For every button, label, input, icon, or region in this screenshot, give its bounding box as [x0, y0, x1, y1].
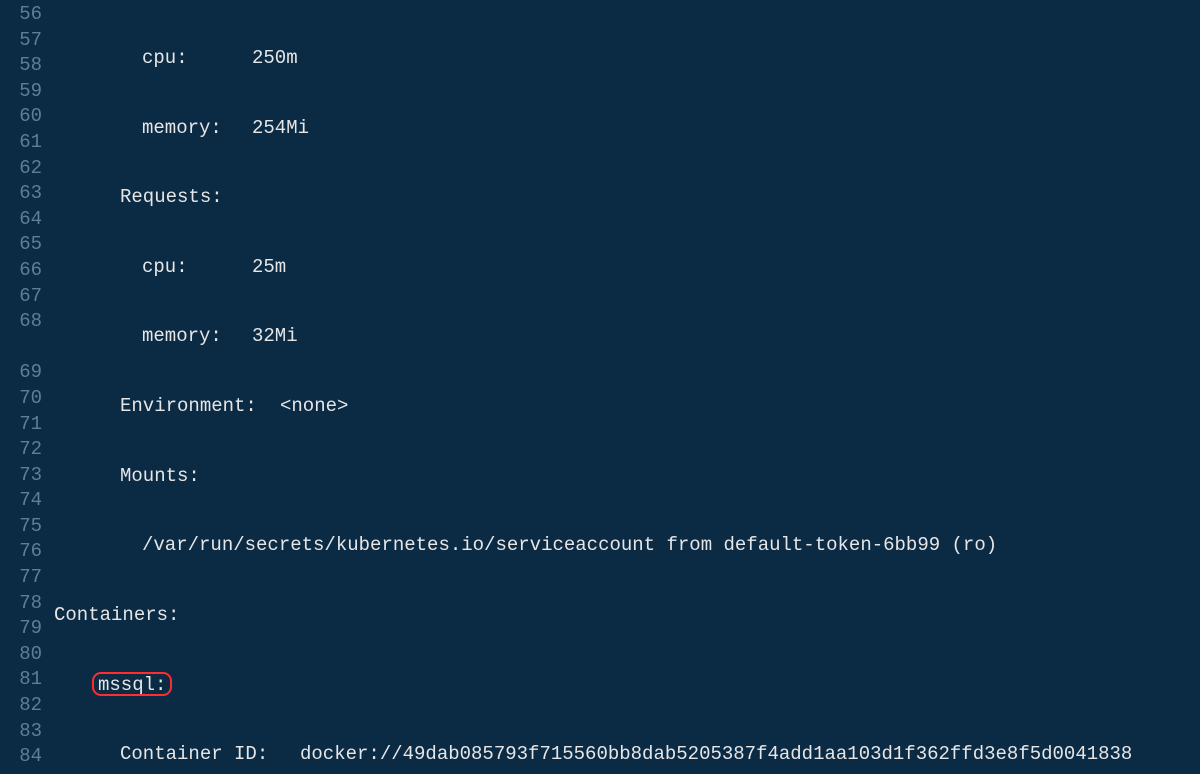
- line-number-gutter: 56 57 58 59 60 61 62 63 64 65 66 67 68 6…: [0, 0, 54, 774]
- line-number: 61: [0, 130, 54, 156]
- section-label: Mounts:: [120, 465, 200, 487]
- code-line: memory:32Mi: [54, 324, 1200, 350]
- code-line: Requests:: [54, 185, 1200, 211]
- kv-label: memory:: [142, 116, 252, 142]
- code-content[interactable]: cpu:250m memory:254Mi Requests: cpu:25m …: [54, 0, 1200, 774]
- line-number: 62: [0, 156, 54, 182]
- section-label: Containers:: [54, 604, 179, 626]
- line-number: 58: [0, 53, 54, 79]
- line-number: 76: [0, 539, 54, 565]
- line-number: 83: [0, 719, 54, 745]
- line-number: 60: [0, 104, 54, 130]
- code-line: cpu:250m: [54, 46, 1200, 72]
- kv-label: cpu:: [142, 46, 252, 72]
- line-number: 73: [0, 463, 54, 489]
- line-number: 80: [0, 642, 54, 668]
- kv-label: cpu:: [142, 255, 252, 281]
- kv-value: 254Mi: [252, 117, 309, 139]
- code-line: Container ID:docker://49dab085793f715560…: [54, 742, 1200, 768]
- kv-value: <none>: [280, 395, 348, 417]
- kv-value: docker://49dab085793f715560bb8dab5205387…: [300, 743, 1132, 765]
- kv-label: Container ID:: [120, 742, 300, 768]
- kv-value: 25m: [252, 256, 286, 278]
- code-line: Mounts:: [54, 464, 1200, 490]
- line-number: 64: [0, 207, 54, 233]
- line-number: 56: [0, 2, 54, 28]
- kv-value: 32Mi: [252, 325, 298, 347]
- section-label: Requests:: [120, 186, 223, 208]
- code-line: Containers:: [54, 603, 1200, 629]
- kv-value: 250m: [252, 47, 298, 69]
- line-number: 57: [0, 28, 54, 54]
- line-number: 82: [0, 693, 54, 719]
- line-number: 65: [0, 232, 54, 258]
- mount-path: /var/run/secrets/kubernetes.io/serviceac…: [142, 534, 997, 556]
- line-number: 67: [0, 284, 54, 310]
- line-number: 85: [0, 770, 54, 774]
- line-number: 75: [0, 514, 54, 540]
- line-number: 72: [0, 437, 54, 463]
- line-number: 78: [0, 591, 54, 617]
- line-number: 79: [0, 616, 54, 642]
- code-line: Environment:<none>: [54, 394, 1200, 420]
- line-number: 71: [0, 412, 54, 438]
- line-number: 68: [0, 309, 54, 360]
- code-line: /var/run/secrets/kubernetes.io/serviceac…: [54, 533, 1200, 559]
- line-number: 84: [0, 744, 54, 770]
- line-number: 70: [0, 386, 54, 412]
- code-line: cpu:25m: [54, 255, 1200, 281]
- line-number: 74: [0, 488, 54, 514]
- line-number: 63: [0, 181, 54, 207]
- code-editor[interactable]: 56 57 58 59 60 61 62 63 64 65 66 67 68 6…: [0, 0, 1200, 774]
- code-line: mssql:: [54, 672, 1200, 698]
- line-number: 59: [0, 79, 54, 105]
- line-number: 77: [0, 565, 54, 591]
- line-number: 81: [0, 667, 54, 693]
- code-line: memory:254Mi: [54, 116, 1200, 142]
- line-number: 69: [0, 360, 54, 386]
- kv-label: memory:: [142, 324, 252, 350]
- kv-label: Environment:: [120, 394, 280, 420]
- highlighted-container-name: mssql:: [92, 672, 172, 696]
- line-number: 66: [0, 258, 54, 284]
